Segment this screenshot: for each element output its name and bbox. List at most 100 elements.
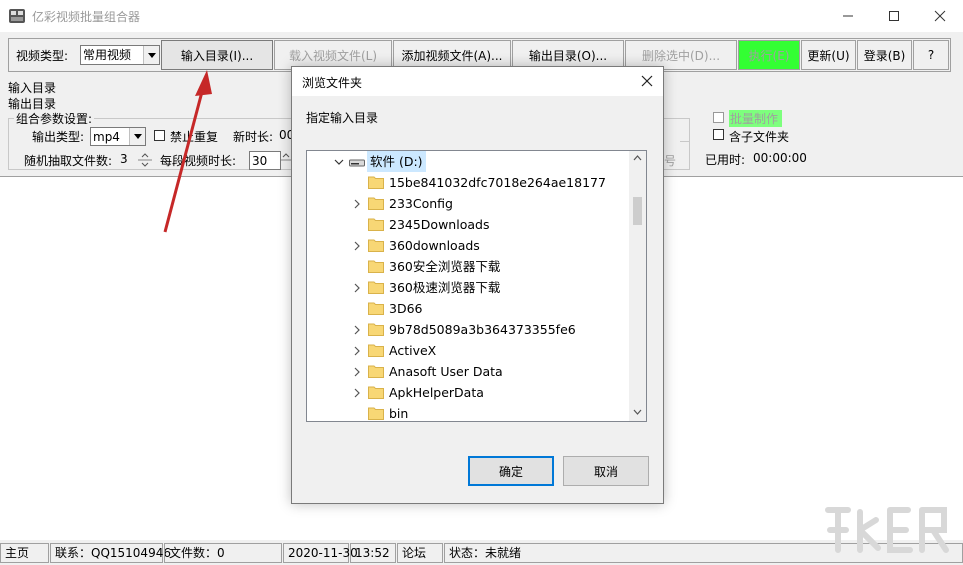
tree-row-folder[interactable]: 360downloads [307, 235, 629, 256]
close-icon [641, 75, 653, 87]
tree-row-folder[interactable]: Anasoft User Data [307, 361, 629, 382]
subfolder-label: 含子文件夹 [729, 130, 790, 144]
output-type-value: mp4 [93, 130, 120, 144]
status-date: 2020-11-30 [283, 543, 358, 563]
chevron-right-icon[interactable] [351, 277, 363, 298]
output-type-label: 输出类型: [32, 130, 85, 144]
folder-label: Anasoft User Data [389, 364, 503, 379]
batch-checkbox[interactable] [713, 112, 724, 123]
params-group-title: 组合参数设置: [14, 110, 95, 127]
folder-icon [368, 218, 384, 231]
chevron-right-icon[interactable] [351, 382, 363, 403]
dialog-close-button[interactable] [635, 69, 659, 93]
hidden-group-edge [680, 118, 690, 142]
dialog-prompt: 指定输入目录 [306, 111, 379, 125]
random-files-label: 随机抽取文件数: [24, 154, 113, 168]
segment-duration-spinner[interactable] [281, 151, 291, 169]
drive-label: 软件 (D:) [367, 151, 426, 172]
minimize-button[interactable] [825, 0, 871, 32]
window-title: 亿彩视频批量组合器 [32, 10, 141, 24]
status-contact: 联系：QQ15104946 [50, 543, 171, 563]
tree-row-folder[interactable]: bin [307, 403, 629, 421]
video-type-value: 常用视频 [83, 48, 132, 62]
random-files-value: 3 [120, 152, 128, 166]
folder-icon [368, 281, 384, 294]
help-button[interactable]: ? [913, 40, 949, 70]
tree-row-folder[interactable]: 3D66 [307, 298, 629, 319]
folder-label: 2345Downloads [389, 217, 490, 232]
tree-row-folder[interactable]: 233Config [307, 193, 629, 214]
chevron-right-icon[interactable] [351, 235, 363, 256]
ok-button[interactable]: 确定 [468, 456, 554, 486]
watermark-logo [825, 507, 949, 553]
folder-icon [368, 344, 384, 357]
no-repeat-label: 禁止重复 [170, 130, 219, 144]
segment-duration-input[interactable]: 30 [249, 151, 281, 170]
update-button[interactable]: 更新(U) [801, 40, 856, 70]
login-button[interactable]: 登录(B) [857, 40, 912, 70]
tree-row-folder[interactable]: ApkHelperData [307, 382, 629, 403]
segment-duration-label: 每段视频时长: [160, 154, 237, 168]
no-repeat-checkbox[interactable] [154, 130, 165, 141]
folder-tree[interactable]: 软件 (D:) 15be841032dfc7018e264ae18177 233C… [306, 150, 647, 422]
dialog-title-bar: 浏览文件夹 [292, 67, 663, 96]
chevron-right-icon[interactable] [351, 340, 363, 361]
video-type-select[interactable]: 常用视频 [80, 45, 160, 65]
chevron-right-icon[interactable] [351, 193, 363, 214]
folder-label: ApkHelperData [389, 385, 484, 400]
tree-scrollbar[interactable] [629, 151, 646, 421]
status-time: 13:52 [350, 543, 396, 563]
cancel-button[interactable]: 取消 [563, 456, 649, 486]
title-bar: 亿彩视频批量组合器 [0, 0, 963, 32]
close-button[interactable] [917, 0, 963, 32]
tree-row-folder[interactable]: 9b78d5089a3b364373355fe6 [307, 319, 629, 340]
chevron-down-icon[interactable] [333, 151, 345, 172]
folder-label: 3D66 [389, 301, 423, 316]
tree-row-folder[interactable]: 360极速浏览器下载 [307, 277, 629, 298]
scroll-down-icon[interactable] [633, 409, 642, 415]
tree-row-folder[interactable]: 360安全浏览器下载 [307, 256, 629, 277]
execute-button[interactable]: 执行(E) [738, 40, 800, 70]
elapsed-value: 00:00:00 [753, 151, 807, 165]
tree-row-folder[interactable]: ActiveX [307, 340, 629, 361]
input-dir-label: 输入目录 [8, 81, 57, 95]
scroll-up-icon[interactable] [633, 155, 642, 161]
elapsed-label: 已用时: [705, 153, 746, 167]
subfolder-checkbox[interactable] [713, 129, 724, 140]
folder-label: bin [389, 406, 409, 421]
folder-icon [368, 260, 384, 273]
folder-icon [368, 323, 384, 336]
folder-icon [368, 239, 384, 252]
folder-icon [368, 407, 384, 420]
status-home[interactable]: 主页 [0, 543, 49, 563]
status-forum[interactable]: 论坛 [397, 543, 443, 563]
folder-icon [368, 197, 384, 210]
folder-label: 15be841032dfc7018e264ae18177 [389, 175, 606, 190]
output-type-select[interactable]: mp4 [90, 127, 146, 146]
drive-icon [349, 159, 365, 167]
chevron-right-icon[interactable] [351, 361, 363, 382]
dropdown-arrow-icon [143, 46, 159, 64]
input-dir-button[interactable]: 输入目录(I)... [161, 40, 273, 70]
tree-row-drive[interactable]: 软件 (D:) [307, 151, 629, 172]
folder-icon [368, 176, 384, 189]
folder-label: 360安全浏览器下载 [389, 259, 501, 274]
folder-icon [368, 302, 384, 315]
maximize-button[interactable] [871, 0, 917, 32]
minimize-icon [843, 15, 853, 17]
hidden-field-tail: 号 [664, 154, 677, 168]
tree-row-folder[interactable]: 15be841032dfc7018e264ae18177 [307, 172, 629, 193]
folder-label: 9b78d5089a3b364373355fe6 [389, 322, 576, 337]
segment-duration-value: 30 [252, 154, 268, 168]
status-file-count: 文件数：0 [164, 543, 282, 563]
tree-row-folder[interactable]: 2345Downloads [307, 214, 629, 235]
app-logo-icon [9, 9, 25, 23]
folder-label: 233Config [389, 196, 453, 211]
dialog-title: 浏览文件夹 [302, 76, 363, 90]
maximize-icon [889, 11, 899, 21]
chevron-right-icon[interactable] [351, 319, 363, 340]
random-files-spinner[interactable] [138, 151, 152, 169]
folder-icon [368, 365, 384, 378]
dropdown-arrow-icon [129, 128, 145, 145]
scroll-thumb[interactable] [633, 197, 642, 225]
